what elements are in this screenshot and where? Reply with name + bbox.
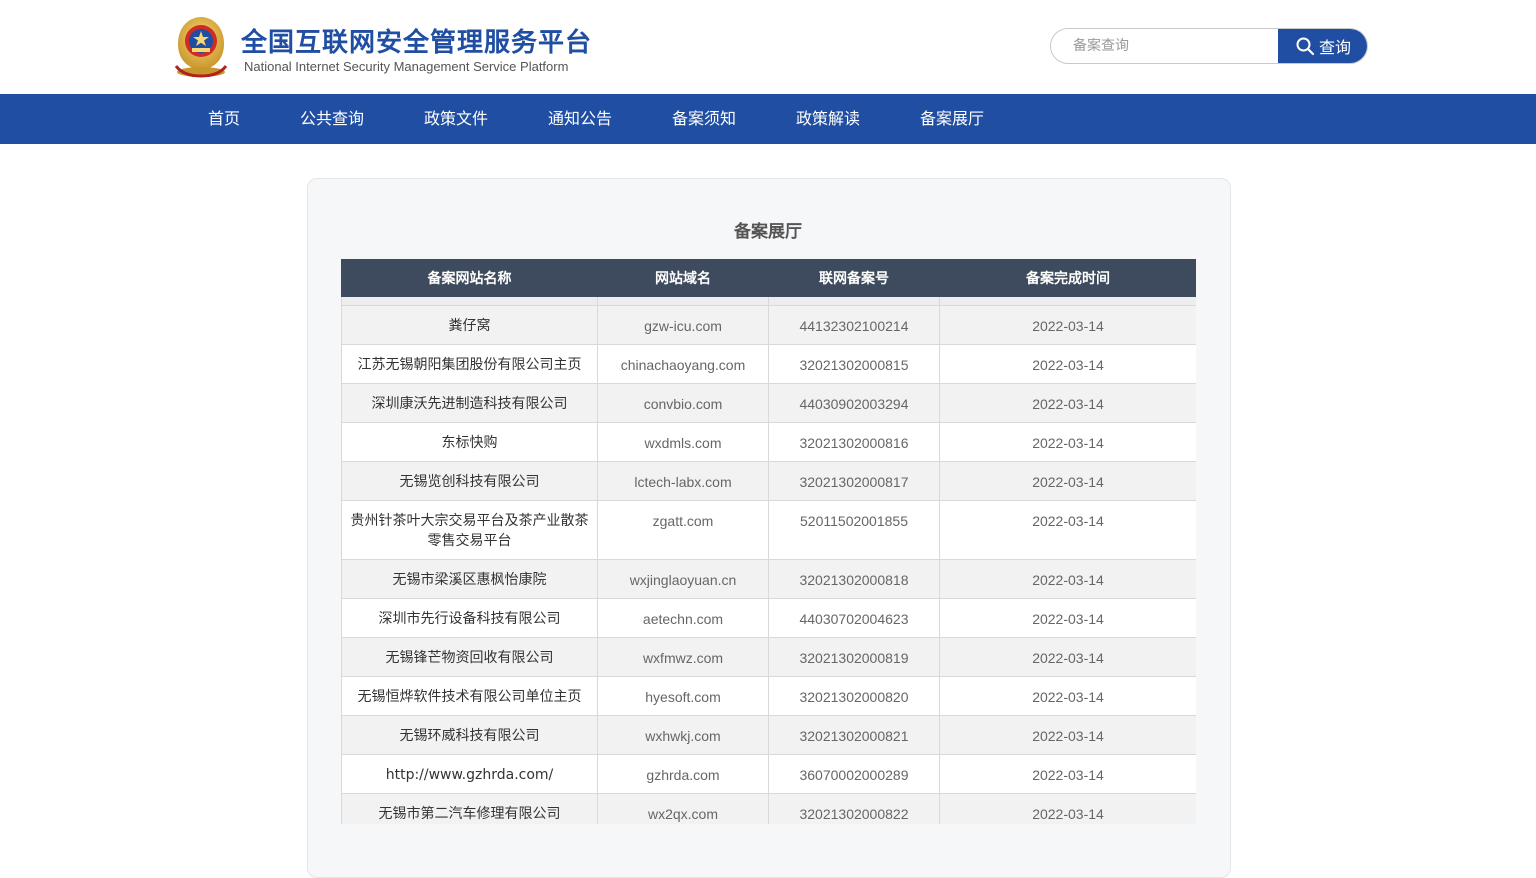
filing-number-cell: 32021302000817: [768, 461, 940, 501]
domain-cell: wxhwkj.com: [597, 715, 769, 755]
site-name-cell: 东标快购: [341, 422, 598, 462]
table-row[interactable]: 无锡锋芒物资回收有限公司 wxfmwz.com 32021302000819 2022…: [341, 637, 1196, 677]
site-name-cell: 无锡览创科技有限公司: [341, 461, 598, 501]
filing-number-cell: 32021302000822: [768, 793, 940, 824]
site-name-cell: http://www.gzhrda.com/: [341, 754, 598, 794]
nav-item-policy-interpretation[interactable]: 政策解读: [796, 94, 860, 144]
site-name-cell: 深圳市先行设备科技有限公司: [341, 598, 598, 638]
completion-date-cell: 2022-03-14: [939, 559, 1196, 599]
completion-date-cell: 2022-03-14: [939, 754, 1196, 794]
search-box: 查询: [1050, 28, 1368, 64]
nav-item-filing-hall[interactable]: 备案展厅: [920, 94, 984, 144]
filing-number-cell: 36070002000289: [768, 754, 940, 794]
table-row[interactable]: 粪仔窝 gzw-icu.com 44132302100214 2022-03-14: [341, 305, 1196, 345]
column-header-filing-number: 联网备案号: [768, 259, 940, 297]
table-row[interactable]: 无锡市梁溪区惠枫怡康院 wxjinglaoyuan.cn 3202130200081…: [341, 559, 1196, 599]
table-row[interactable]: 江苏无锡朝阳集团股份有限公司主页 chinachaoyang.com 3202130…: [341, 344, 1196, 384]
filing-number-cell: 52011502001855: [768, 500, 940, 560]
filing-number-cell: 32021302000816: [768, 422, 940, 462]
domain-cell: gzhrda.com: [597, 754, 769, 794]
domain-cell: wxdmls.com: [597, 422, 769, 462]
site-name-cell: 无锡环威科技有限公司: [341, 715, 598, 755]
search-button[interactable]: 查询: [1278, 29, 1367, 63]
completion-date-cell: 2022-03-14: [939, 715, 1196, 755]
domain-cell: gzw-icu.com: [597, 305, 769, 345]
table-row[interactable]: 深圳市先行设备科技有限公司 aetechn.com 44030702004623 20…: [341, 598, 1196, 638]
domain-cell: wx2qx.com: [597, 793, 769, 824]
domain-cell: zgatt.com: [597, 500, 769, 560]
page-title: 备案展厅: [734, 222, 802, 242]
domain-cell: hyesoft.com: [597, 676, 769, 716]
filing-number-cell: 32021302000819: [768, 637, 940, 677]
site-name-cell: 粪仔窝: [341, 305, 598, 345]
domain-cell: convbio.com: [597, 383, 769, 423]
site-header: 全国互联网安全管理服务平台 National Internet Security…: [0, 0, 1536, 94]
nav-item-policy-docs[interactable]: 政策文件: [424, 94, 488, 144]
search-icon: [1296, 37, 1315, 56]
column-header-site-name: 备案网站名称: [341, 259, 598, 297]
site-subtitle: National Internet Security Management Se…: [244, 59, 569, 74]
filing-number-cell: 44030902003294: [768, 383, 940, 423]
table-row[interactable]: http://www.gzhrda.com/gzhrda.com 36070002…: [341, 754, 1196, 794]
table-row[interactable]: 无锡览创科技有限公司 lctech-labx.com 32021302000817 2…: [341, 461, 1196, 501]
national-emblem-icon[interactable]: [172, 14, 230, 78]
site-name-cell: 江苏无锡朝阳集团股份有限公司主页: [341, 344, 598, 384]
site-name-cell: 无锡恒烨软件技术有限公司单位主页: [341, 676, 598, 716]
spacer-cell: [341, 296, 598, 306]
completion-date-cell: 2022-03-14: [939, 637, 1196, 677]
site-name-cell: 无锡市梁溪区惠枫怡康院: [341, 559, 598, 599]
domain-cell: wxjinglaoyuan.cn: [597, 559, 769, 599]
nav-item-public-query[interactable]: 公共查询: [300, 94, 364, 144]
domain-cell: lctech-labx.com: [597, 461, 769, 501]
column-header-domain: 网站域名: [597, 259, 769, 297]
table-row[interactable]: 无锡环威科技有限公司 wxhwkj.com 32021302000821 2022-0…: [341, 715, 1196, 755]
domain-cell: aetechn.com: [597, 598, 769, 638]
table-row[interactable]: 东标快购 wxdmls.com 32021302000816 2022-03-14: [341, 422, 1196, 462]
completion-date-cell: 2022-03-14: [939, 461, 1196, 501]
table-header-row: 备案网站名称 网站域名 联网备案号 备案完成时间: [341, 259, 1196, 297]
table-row[interactable]: 无锡市第二汽车修理有限公司 wx2qx.com 32021302000822 2022…: [341, 793, 1196, 824]
filing-number-cell: 32021302000815: [768, 344, 940, 384]
completion-date-cell: 2022-03-14: [939, 383, 1196, 423]
nav-item-filing-guide[interactable]: 备案须知: [672, 94, 736, 144]
table-row[interactable]: 深圳康沃先进制造科技有限公司 convbio.com 44030902003294 2…: [341, 383, 1196, 423]
spacer-cell: [939, 296, 1196, 306]
filing-table: 备案网站名称 网站域名 联网备案号 备案完成时间 粪仔窝 gzw-icu.com 4…: [341, 259, 1196, 824]
site-name-cell: 贵州针茶叶大宗交易平台及茶产业散茶零售交易平台: [341, 500, 598, 560]
nav-item-home[interactable]: 首页: [208, 94, 240, 144]
site-title[interactable]: 全国互联网安全管理服务平台: [241, 22, 592, 59]
table-body: 粪仔窝 gzw-icu.com 44132302100214 2022-03-14 江苏…: [341, 296, 1196, 824]
filing-number-cell: 32021302000820: [768, 676, 940, 716]
completion-date-cell: 2022-03-14: [939, 344, 1196, 384]
main-nav: 首页 公共查询 政策文件 通知公告 备案须知 政策解读 备案展厅: [0, 94, 1536, 144]
search-input[interactable]: [1051, 29, 1279, 63]
column-header-completion-date: 备案完成时间: [939, 259, 1196, 297]
site-name-cell: 深圳康沃先进制造科技有限公司: [341, 383, 598, 423]
filing-number-cell: 44030702004623: [768, 598, 940, 638]
spacer-cell: [768, 296, 940, 306]
domain-cell: wxfmwz.com: [597, 637, 769, 677]
spacer-cell: [597, 296, 769, 306]
filing-table-container[interactable]: 备案网站名称 网站域名 联网备案号 备案完成时间 粪仔窝 gzw-icu.com 4…: [341, 259, 1196, 824]
completion-date-cell: 2022-03-14: [939, 500, 1196, 560]
table-spacer-row: [341, 296, 1196, 306]
site-name-cell: 无锡锋芒物资回收有限公司: [341, 637, 598, 677]
completion-date-cell: 2022-03-14: [939, 793, 1196, 824]
domain-cell: chinachaoyang.com: [597, 344, 769, 384]
filing-number-cell: 32021302000818: [768, 559, 940, 599]
table-row[interactable]: 无锡恒烨软件技术有限公司单位主页 hyesoft.com 3202130200082…: [341, 676, 1196, 716]
completion-date-cell: 2022-03-14: [939, 305, 1196, 345]
completion-date-cell: 2022-03-14: [939, 676, 1196, 716]
site-name-cell: 无锡市第二汽车修理有限公司: [341, 793, 598, 824]
completion-date-cell: 2022-03-14: [939, 422, 1196, 462]
filing-number-cell: 32021302000821: [768, 715, 940, 755]
filing-number-cell: 44132302100214: [768, 305, 940, 345]
nav-item-notices[interactable]: 通知公告: [548, 94, 612, 144]
search-button-label: 查询: [1318, 38, 1351, 57]
table-row[interactable]: 贵州针茶叶大宗交易平台及茶产业散茶零售交易平台 zgatt.com 52011502…: [341, 500, 1196, 560]
completion-date-cell: 2022-03-14: [939, 598, 1196, 638]
